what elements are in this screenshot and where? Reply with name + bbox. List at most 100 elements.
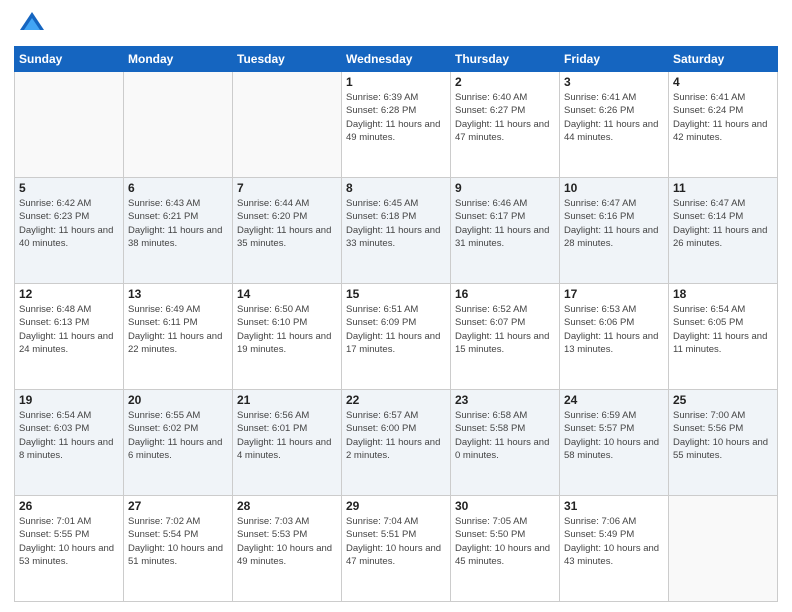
day-info: Sunrise: 7:04 AM Sunset: 5:51 PM Dayligh…	[346, 515, 446, 568]
day-info: Sunrise: 6:58 AM Sunset: 5:58 PM Dayligh…	[455, 409, 555, 462]
calendar-cell: 26 Sunrise: 7:01 AM Sunset: 5:55 PM Dayli…	[15, 496, 124, 602]
day-info: Sunrise: 7:03 AM Sunset: 5:53 PM Dayligh…	[237, 515, 337, 568]
day-number: 14	[237, 287, 337, 301]
day-number: 25	[673, 393, 773, 407]
calendar-cell: 5Sunrise: 6:42 AM Sunset: 6:23 PM Daylig…	[15, 178, 124, 284]
calendar-cell: 20 Sunrise: 6:55 AM Sunset: 6:02 PM Dayli…	[124, 390, 233, 496]
day-info: Sunrise: 6:43 AM Sunset: 6:21 PM Dayligh…	[128, 197, 228, 250]
day-number: 7	[237, 181, 337, 195]
col-header-thursday: Thursday	[451, 47, 560, 72]
day-info: Sunrise: 6:59 AM Sunset: 5:57 PM Dayligh…	[564, 409, 664, 462]
calendar-cell: 1 Sunrise: 6:39 AM Sunset: 6:28 PM Daylig…	[342, 72, 451, 178]
day-number: 31	[564, 499, 664, 513]
calendar-cell: 7 Sunrise: 6:44 AM Sunset: 6:20 PM Daylig…	[233, 178, 342, 284]
day-info: Sunrise: 7:06 AM Sunset: 5:49 PM Dayligh…	[564, 515, 664, 568]
calendar-cell: 15 Sunrise: 6:51 AM Sunset: 6:09 PM Dayli…	[342, 284, 451, 390]
logo-icon	[18, 10, 46, 38]
day-info: Sunrise: 6:47 AM Sunset: 6:14 PM Dayligh…	[673, 197, 773, 250]
day-info: Sunrise: 6:49 AM Sunset: 6:11 PM Dayligh…	[128, 303, 228, 356]
calendar-cell	[233, 72, 342, 178]
day-info: Sunrise: 7:01 AM Sunset: 5:55 PM Dayligh…	[19, 515, 119, 568]
day-info: Sunrise: 7:00 AM Sunset: 5:56 PM Dayligh…	[673, 409, 773, 462]
calendar-cell	[15, 72, 124, 178]
calendar-cell: 30Sunrise: 7:05 AM Sunset: 5:50 PM Dayli…	[451, 496, 560, 602]
day-number: 1	[346, 75, 446, 89]
day-info: Sunrise: 6:50 AM Sunset: 6:10 PM Dayligh…	[237, 303, 337, 356]
calendar-cell: 16 Sunrise: 6:52 AM Sunset: 6:07 PM Dayli…	[451, 284, 560, 390]
calendar-week-row: 12Sunrise: 6:48 AM Sunset: 6:13 PM Dayli…	[15, 284, 778, 390]
day-info: Sunrise: 6:41 AM Sunset: 6:26 PM Dayligh…	[564, 91, 664, 144]
calendar-cell: 14 Sunrise: 6:50 AM Sunset: 6:10 PM Dayli…	[233, 284, 342, 390]
calendar-cell: 4 Sunrise: 6:41 AM Sunset: 6:24 PM Daylig…	[669, 72, 778, 178]
calendar-cell: 25 Sunrise: 7:00 AM Sunset: 5:56 PM Dayli…	[669, 390, 778, 496]
calendar-cell: 22 Sunrise: 6:57 AM Sunset: 6:00 PM Dayli…	[342, 390, 451, 496]
day-number: 18	[673, 287, 773, 301]
page: SundayMondayTuesdayWednesdayThursdayFrid…	[0, 0, 792, 612]
day-number: 6	[128, 181, 228, 195]
col-header-monday: Monday	[124, 47, 233, 72]
day-number: 13	[128, 287, 228, 301]
day-number: 10	[564, 181, 664, 195]
day-info: Sunrise: 6:39 AM Sunset: 6:28 PM Dayligh…	[346, 91, 446, 144]
calendar-cell: 28Sunrise: 7:03 AM Sunset: 5:53 PM Dayli…	[233, 496, 342, 602]
col-header-friday: Friday	[560, 47, 669, 72]
calendar-week-row: 1 Sunrise: 6:39 AM Sunset: 6:28 PM Daylig…	[15, 72, 778, 178]
day-info: Sunrise: 6:51 AM Sunset: 6:09 PM Dayligh…	[346, 303, 446, 356]
day-info: Sunrise: 6:48 AM Sunset: 6:13 PM Dayligh…	[19, 303, 119, 356]
calendar-cell	[669, 496, 778, 602]
day-number: 27	[128, 499, 228, 513]
calendar-week-row: 19 Sunrise: 6:54 AM Sunset: 6:03 PM Dayli…	[15, 390, 778, 496]
day-number: 23	[455, 393, 555, 407]
day-number: 17	[564, 287, 664, 301]
calendar-cell: 31 Sunrise: 7:06 AM Sunset: 5:49 PM Dayli…	[560, 496, 669, 602]
calendar-cell: 12Sunrise: 6:48 AM Sunset: 6:13 PM Dayli…	[15, 284, 124, 390]
day-info: Sunrise: 6:55 AM Sunset: 6:02 PM Dayligh…	[128, 409, 228, 462]
calendar-table: SundayMondayTuesdayWednesdayThursdayFrid…	[14, 46, 778, 602]
header	[14, 10, 778, 38]
calendar-cell: 19 Sunrise: 6:54 AM Sunset: 6:03 PM Dayli…	[15, 390, 124, 496]
day-number: 3	[564, 75, 664, 89]
calendar-cell: 23 Sunrise: 6:58 AM Sunset: 5:58 PM Dayli…	[451, 390, 560, 496]
calendar-cell: 11 Sunrise: 6:47 AM Sunset: 6:14 PM Dayli…	[669, 178, 778, 284]
day-info: Sunrise: 6:56 AM Sunset: 6:01 PM Dayligh…	[237, 409, 337, 462]
calendar-cell	[124, 72, 233, 178]
day-info: Sunrise: 6:44 AM Sunset: 6:20 PM Dayligh…	[237, 197, 337, 250]
day-info: Sunrise: 6:54 AM Sunset: 6:05 PM Dayligh…	[673, 303, 773, 356]
calendar-cell: 27 Sunrise: 7:02 AM Sunset: 5:54 PM Dayli…	[124, 496, 233, 602]
calendar-cell: 10Sunrise: 6:47 AM Sunset: 6:16 PM Dayli…	[560, 178, 669, 284]
day-info: Sunrise: 6:45 AM Sunset: 6:18 PM Dayligh…	[346, 197, 446, 250]
calendar-cell: 18 Sunrise: 6:54 AM Sunset: 6:05 PM Dayli…	[669, 284, 778, 390]
day-number: 4	[673, 75, 773, 89]
calendar-cell: 8Sunrise: 6:45 AM Sunset: 6:18 PM Daylig…	[342, 178, 451, 284]
day-info: Sunrise: 7:05 AM Sunset: 5:50 PM Dayligh…	[455, 515, 555, 568]
calendar-week-row: 26 Sunrise: 7:01 AM Sunset: 5:55 PM Dayli…	[15, 496, 778, 602]
calendar-week-row: 5Sunrise: 6:42 AM Sunset: 6:23 PM Daylig…	[15, 178, 778, 284]
calendar-cell: 29 Sunrise: 7:04 AM Sunset: 5:51 PM Dayli…	[342, 496, 451, 602]
day-info: Sunrise: 6:54 AM Sunset: 6:03 PM Dayligh…	[19, 409, 119, 462]
calendar-cell: 17Sunrise: 6:53 AM Sunset: 6:06 PM Dayli…	[560, 284, 669, 390]
day-number: 22	[346, 393, 446, 407]
day-info: Sunrise: 6:42 AM Sunset: 6:23 PM Dayligh…	[19, 197, 119, 250]
day-info: Sunrise: 6:41 AM Sunset: 6:24 PM Dayligh…	[673, 91, 773, 144]
day-number: 15	[346, 287, 446, 301]
day-info: Sunrise: 6:46 AM Sunset: 6:17 PM Dayligh…	[455, 197, 555, 250]
calendar-cell: 24Sunrise: 6:59 AM Sunset: 5:57 PM Dayli…	[560, 390, 669, 496]
day-number: 11	[673, 181, 773, 195]
day-number: 9	[455, 181, 555, 195]
day-number: 29	[346, 499, 446, 513]
day-number: 26	[19, 499, 119, 513]
day-info: Sunrise: 6:57 AM Sunset: 6:00 PM Dayligh…	[346, 409, 446, 462]
calendar-cell: 21 Sunrise: 6:56 AM Sunset: 6:01 PM Dayli…	[233, 390, 342, 496]
day-number: 19	[19, 393, 119, 407]
day-info: Sunrise: 6:52 AM Sunset: 6:07 PM Dayligh…	[455, 303, 555, 356]
col-header-tuesday: Tuesday	[233, 47, 342, 72]
day-info: Sunrise: 7:02 AM Sunset: 5:54 PM Dayligh…	[128, 515, 228, 568]
calendar-header-row: SundayMondayTuesdayWednesdayThursdayFrid…	[15, 47, 778, 72]
day-number: 20	[128, 393, 228, 407]
day-number: 21	[237, 393, 337, 407]
calendar-cell: 3 Sunrise: 6:41 AM Sunset: 6:26 PM Daylig…	[560, 72, 669, 178]
day-info: Sunrise: 6:40 AM Sunset: 6:27 PM Dayligh…	[455, 91, 555, 144]
day-number: 16	[455, 287, 555, 301]
calendar-cell: 6 Sunrise: 6:43 AM Sunset: 6:21 PM Daylig…	[124, 178, 233, 284]
logo	[14, 10, 46, 38]
